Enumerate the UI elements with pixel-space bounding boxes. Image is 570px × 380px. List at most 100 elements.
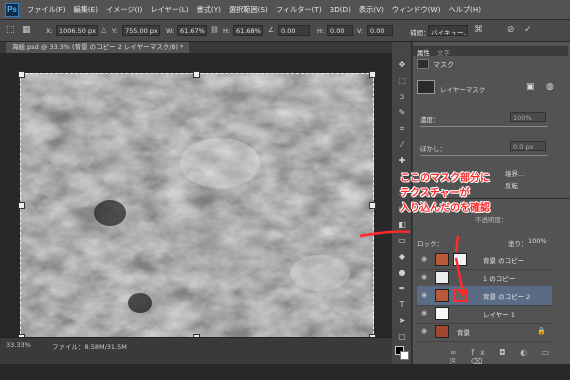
file-info[interactable]: ファイル：8.58M/31.5M bbox=[52, 341, 127, 351]
fill-value[interactable]: 100% bbox=[528, 237, 547, 245]
h-skew-label: H: bbox=[317, 27, 325, 35]
layer-mask-thumbnail[interactable] bbox=[453, 289, 467, 302]
layer-mask-thumbnail[interactable] bbox=[417, 80, 435, 94]
document-tab-bar: 海絵.psd @ 33.3% (背景 のコピー 2 レイヤーマスク/8) * bbox=[0, 42, 390, 53]
move-tool-icon[interactable]: ✥ bbox=[394, 58, 410, 72]
layer-row[interactable]: ◉ 背景 🔒 bbox=[417, 322, 552, 342]
options-bar: ⬚ ▦ X: 1006.50 px △ Y: 755.00 px W: 61.6… bbox=[0, 20, 570, 42]
cancel-transform-icon[interactable]: ⊘ bbox=[507, 24, 515, 36]
document-tab[interactable]: 海絵.psd @ 33.3% (背景 のコピー 2 レイヤーマスク/8) * bbox=[6, 42, 190, 53]
eyedropper-tool-icon[interactable]: ⁄ bbox=[394, 138, 410, 152]
angle-icon: ∠ bbox=[268, 26, 275, 34]
layer-row[interactable]: ◉ 1 のコピー bbox=[417, 268, 552, 288]
background-color-swatch[interactable] bbox=[400, 351, 409, 360]
annotation-line-1: ここのマスク部分に bbox=[400, 173, 490, 184]
visibility-eye-icon[interactable]: ◉ bbox=[421, 309, 427, 317]
shape-tool-icon[interactable]: ▢ bbox=[394, 330, 410, 344]
layer-name[interactable]: 1 のコピー bbox=[483, 273, 515, 283]
density-field[interactable]: 100% bbox=[510, 112, 546, 122]
layer-name[interactable]: 背景 bbox=[457, 327, 470, 337]
x-field[interactable]: 1006.50 px bbox=[56, 25, 98, 36]
transform-bounding-box[interactable] bbox=[18, 71, 376, 341]
annotation-line-3: 入り込んだのを確認 bbox=[400, 203, 490, 214]
density-slider[interactable] bbox=[420, 126, 548, 127]
interpolation-select[interactable]: バイキュー… bbox=[428, 25, 468, 36]
blur-tool-icon[interactable]: ◆ bbox=[394, 250, 410, 264]
layer-name[interactable]: 背景 のコピー bbox=[483, 255, 524, 265]
visibility-eye-icon[interactable]: ◉ bbox=[421, 273, 427, 281]
menu-window[interactable]: ウィンドウ(W) bbox=[388, 5, 445, 15]
healing-tool-icon[interactable]: ✚ bbox=[394, 154, 410, 168]
w-field[interactable]: 61.67% bbox=[177, 25, 207, 36]
marquee-tool-icon[interactable]: ⬚ bbox=[394, 74, 410, 88]
menu-type[interactable]: 書式(Y) bbox=[193, 5, 225, 15]
feather-slider[interactable] bbox=[420, 155, 548, 156]
density-label: 濃度： bbox=[420, 116, 440, 124]
feather-label: ぼかし： bbox=[420, 145, 446, 153]
transform-handle[interactable] bbox=[18, 202, 25, 209]
layer-name[interactable]: 背景 のコピー 2 bbox=[483, 291, 530, 301]
layer-row[interactable]: ◉ レイヤー 1 bbox=[417, 304, 552, 324]
layer-thumbnail bbox=[435, 253, 449, 266]
mask-icon-button[interactable]: ▣ bbox=[526, 82, 535, 92]
layer-thumbnail bbox=[435, 307, 449, 320]
menu-select[interactable]: 選択範囲(S) bbox=[225, 5, 272, 15]
fill-label: 塗り： bbox=[508, 240, 528, 248]
menu-3d[interactable]: 3D(D) bbox=[326, 5, 355, 14]
tab-properties[interactable]: 属性 bbox=[417, 47, 430, 57]
link-icon[interactable]: ⛓ bbox=[210, 24, 219, 36]
reference-point-icon[interactable]: ▦ bbox=[22, 24, 31, 36]
type-tool-icon[interactable]: T bbox=[394, 298, 410, 312]
commit-transform-icon[interactable]: ✓ bbox=[524, 24, 532, 36]
annotation-line-2: テクスチャーが bbox=[400, 188, 470, 199]
visibility-eye-icon[interactable]: ◉ bbox=[421, 327, 427, 335]
h-field[interactable]: 61.68% bbox=[233, 25, 263, 36]
mask-title: マスク bbox=[433, 61, 454, 69]
eraser-tool-icon[interactable]: ◧ bbox=[394, 218, 410, 232]
gradient-tool-icon[interactable]: ▭ bbox=[394, 234, 410, 248]
layer-thumbnail bbox=[435, 325, 449, 338]
tab-character[interactable]: 文字 bbox=[437, 47, 450, 57]
transform-handle[interactable] bbox=[369, 202, 376, 209]
lock-label: ロック： bbox=[417, 240, 443, 248]
annotation-callout: ここのマスク部分に テクスチャーが 入り込んだのを確認 bbox=[400, 171, 530, 216]
y-field[interactable]: 755.00 px bbox=[122, 25, 160, 36]
feather-field[interactable]: 0.0 px bbox=[510, 141, 546, 151]
relative-position-icon[interactable]: △ bbox=[101, 24, 106, 36]
menu-image[interactable]: イメージ(I) bbox=[102, 5, 146, 15]
transform-handle[interactable] bbox=[369, 71, 376, 78]
layer-thumbnail bbox=[435, 271, 449, 284]
zoom-level[interactable]: 33.33% bbox=[6, 341, 31, 349]
quick-select-tool-icon[interactable]: ✎ bbox=[394, 106, 410, 120]
layer-name[interactable]: レイヤー 1 bbox=[483, 309, 515, 319]
vector-mask-icon[interactable]: ◍ bbox=[546, 82, 554, 92]
layer-row[interactable]: ◉ 背景 のコピー bbox=[417, 250, 552, 270]
menu-view[interactable]: 表示(V) bbox=[355, 5, 388, 15]
path-select-tool-icon[interactable]: ➤ bbox=[394, 314, 410, 328]
transform-handle[interactable] bbox=[18, 71, 25, 78]
lasso-tool-icon[interactable]: ↄ bbox=[394, 90, 410, 104]
y-label: Y: bbox=[112, 27, 118, 35]
menu-filter[interactable]: フィルター(T) bbox=[272, 5, 326, 15]
pen-tool-icon[interactable]: ✒ bbox=[394, 282, 410, 296]
lock-icon: 🔒 bbox=[537, 327, 546, 335]
h-label: H: bbox=[223, 27, 231, 35]
mask-icon bbox=[417, 59, 429, 69]
menu-layer[interactable]: レイヤー(L) bbox=[146, 5, 192, 15]
menu-edit[interactable]: 編集(E) bbox=[70, 5, 103, 15]
visibility-eye-icon[interactable]: ◉ bbox=[421, 255, 427, 263]
dodge-tool-icon[interactable]: ● bbox=[394, 266, 410, 280]
menu-file[interactable]: ファイル(F) bbox=[23, 5, 70, 15]
layer-mask-thumbnail[interactable] bbox=[453, 253, 467, 266]
h-skew-field[interactable]: 0.00 bbox=[327, 25, 353, 36]
crop-tool-icon[interactable]: ⌗ bbox=[394, 122, 410, 136]
visibility-eye-icon[interactable]: ◉ bbox=[421, 291, 427, 299]
properties-tab-bar: 属性 文字 bbox=[413, 46, 568, 57]
warp-icon[interactable]: ⌘ bbox=[474, 24, 483, 36]
transform-handle[interactable] bbox=[193, 71, 200, 78]
menu-help[interactable]: ヘルプ(H) bbox=[444, 5, 485, 15]
angle-field[interactable]: 0.00 bbox=[278, 25, 310, 36]
transform-tool-icon[interactable]: ⬚ bbox=[6, 24, 15, 36]
v-skew-field[interactable]: 0.00 bbox=[367, 25, 393, 36]
layer-row-selected[interactable]: ◉ 背景 のコピー 2 bbox=[417, 286, 552, 306]
